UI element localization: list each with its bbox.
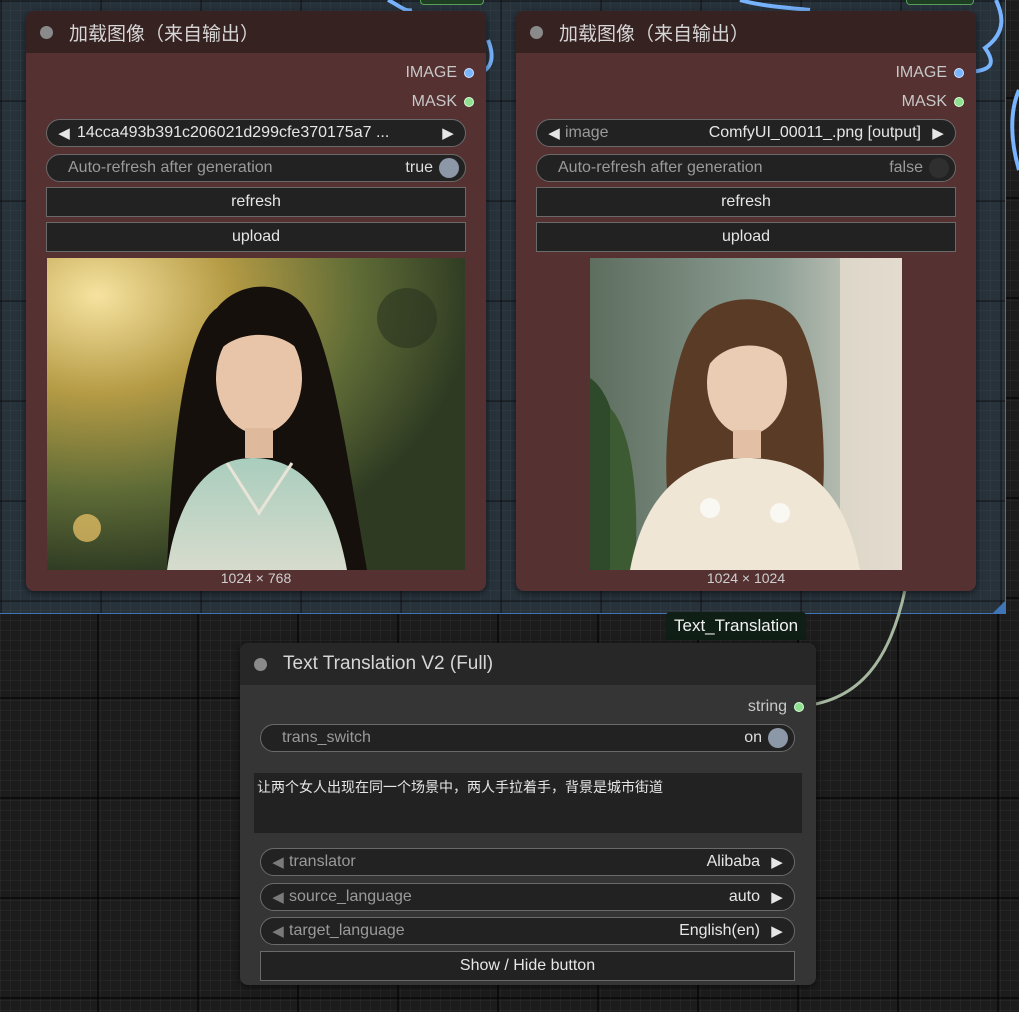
source-language-combo[interactable]: ◀ source_language auto ▶ (260, 883, 795, 911)
output-string-dot-icon[interactable] (794, 702, 804, 712)
portrait-photo-left (47, 258, 465, 570)
mask-link-right (1010, 89, 1019, 171)
arrow-right-icon[interactable]: ▶ (766, 922, 788, 940)
toggle-knob-icon[interactable] (439, 158, 459, 178)
node-title: Text Translation V2 (Full) (283, 653, 494, 674)
source-language-label: source_language (289, 888, 412, 905)
collapse-dot-icon[interactable] (254, 657, 267, 671)
node-title: 加载图像（来自输出） (559, 23, 750, 45)
arrow-left-icon[interactable]: ◀ (267, 922, 289, 940)
collapse-dot-icon[interactable] (530, 25, 543, 39)
collapse-dot-icon[interactable] (40, 25, 53, 39)
node-title-bar[interactable]: 加载图像（来自输出） (26, 11, 486, 53)
portrait-photo-right (590, 258, 902, 570)
arrow-right-icon[interactable]: ▶ (437, 124, 459, 142)
node-badge: Text_Translation (666, 612, 807, 640)
output-image-label: IMAGE (895, 64, 947, 81)
output-image-dot-icon[interactable] (954, 68, 964, 78)
image-combo-label: image (565, 124, 609, 141)
output-image-dot-icon[interactable] (464, 68, 474, 78)
target-language-label: target_language (289, 922, 405, 939)
auto-refresh-label: Auto-refresh after generation (558, 159, 763, 176)
group-resize-handle[interactable] (993, 601, 1005, 613)
image-dimensions: 1024 × 1024 (706, 570, 786, 586)
arrow-left-icon[interactable]: ◀ (543, 124, 565, 142)
output-mask-dot-icon[interactable] (954, 97, 964, 107)
auto-refresh-value: false (889, 159, 923, 176)
arrow-right-icon[interactable]: ▶ (927, 124, 949, 142)
output-mask-dot-icon[interactable] (464, 97, 474, 107)
upload-button[interactable]: upload (536, 222, 956, 252)
auto-refresh-toggle[interactable]: Auto-refresh after generation false (536, 154, 956, 182)
auto-refresh-toggle[interactable]: Auto-refresh after generation true (46, 154, 466, 182)
arrow-left-icon[interactable]: ◀ (267, 888, 289, 906)
image-dimensions: 1024 × 768 (220, 570, 292, 586)
arrow-left-icon[interactable]: ◀ (267, 853, 289, 871)
output-mask-label: MASK (901, 93, 947, 110)
arrow-left-icon[interactable]: ◀ (53, 124, 75, 142)
text-translation-node[interactable]: Text Translation V2 (Full) string trans_… (240, 643, 816, 985)
image-combo[interactable]: ◀ image ComfyUI_00011_.png [output] ▶ (536, 119, 956, 147)
trans-switch-toggle[interactable]: trans_switch on (260, 724, 795, 752)
image-preview (47, 258, 465, 570)
output-mask-label: MASK (411, 93, 457, 110)
source-language-value: auto (728, 888, 760, 905)
toggle-knob-icon[interactable] (768, 728, 788, 748)
image-combo-value: ComfyUI_00011_.png [output] (708, 124, 921, 141)
output-image-label: IMAGE (405, 64, 457, 81)
node-title: 加载图像（来自输出） (69, 23, 260, 45)
show-hide-button[interactable]: Show / Hide button (260, 951, 795, 981)
node-title-bar[interactable]: 加载图像（来自输出） (516, 11, 976, 53)
translator-combo[interactable]: ◀ translator Alibaba ▶ (260, 848, 795, 876)
trans-switch-value: on (744, 729, 762, 746)
output-mask-slot[interactable]: MASK (412, 92, 474, 112)
image-combo-value: 14cca493b391c206021d299cfe370175a7 ... (77, 124, 390, 141)
node-badge-left (420, 0, 484, 5)
output-mask-slot[interactable]: MASK (902, 92, 964, 112)
image-preview (590, 258, 902, 570)
load-image-node-right[interactable]: 加载图像（来自输出） IMAGE MASK ◀ image ComfyUI_00… (516, 11, 976, 591)
upload-button[interactable]: upload (46, 222, 466, 252)
trans-switch-label: trans_switch (282, 729, 371, 746)
text-input-area[interactable]: 让两个女人出现在同一个场景中，两人手拉着手，背景是城市街道 (254, 773, 802, 833)
target-language-combo[interactable]: ◀ target_language English(en) ▶ (260, 917, 795, 945)
auto-refresh-label: Auto-refresh after generation (68, 159, 273, 176)
refresh-button[interactable]: refresh (46, 187, 466, 217)
node-title-bar[interactable]: Text Translation V2 (Full) (240, 643, 816, 685)
output-string-label: string (747, 698, 787, 715)
translator-value: Alibaba (706, 853, 760, 870)
toggle-knob-icon[interactable] (929, 158, 949, 178)
arrow-right-icon[interactable]: ▶ (766, 888, 788, 906)
translator-label: translator (289, 853, 356, 870)
refresh-button[interactable]: refresh (536, 187, 956, 217)
output-image-slot[interactable]: IMAGE (405, 63, 474, 83)
output-string-slot[interactable]: string (748, 697, 804, 717)
load-image-node-left[interactable]: 加载图像（来自输出） IMAGE MASK ◀ 14cca493b391c206… (26, 11, 486, 591)
node-badge-right (906, 0, 974, 5)
image-combo[interactable]: ◀ 14cca493b391c206021d299cfe370175a7 ...… (46, 119, 466, 147)
arrow-right-icon[interactable]: ▶ (766, 853, 788, 871)
target-language-value: English(en) (679, 922, 760, 939)
output-image-slot[interactable]: IMAGE (895, 63, 964, 83)
auto-refresh-value: true (405, 159, 433, 176)
